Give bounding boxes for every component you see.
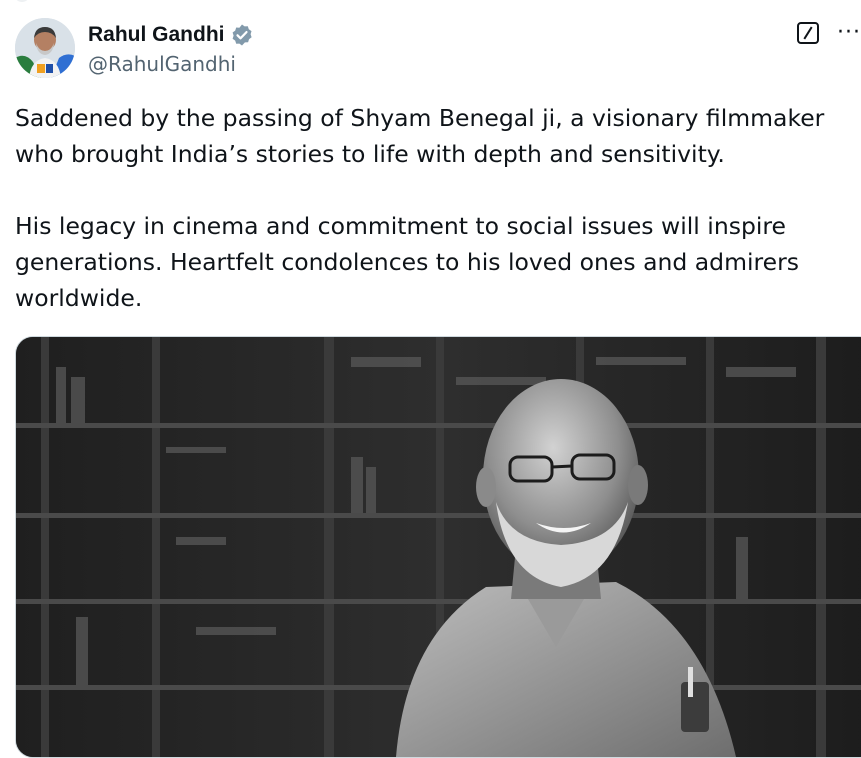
grok-icon[interactable] (797, 22, 820, 44)
author-names: Rahul Gandhi @RahulGandhi (88, 20, 254, 76)
more-options-icon[interactable]: ··· (837, 22, 861, 44)
verified-badge-icon (230, 23, 254, 47)
previous-element-edge (14, 0, 30, 2)
header-actions: ··· (797, 22, 861, 44)
portrait-photo (16, 337, 861, 757)
display-name-row: Rahul Gandhi (88, 20, 254, 50)
tweet-paragraph-2: His legacy in cinema and commitment to s… (15, 212, 800, 312)
tweet-paragraph-1: Saddened by the passing of Shyam Benegal… (15, 104, 825, 168)
tweet-header: Rahul Gandhi @RahulGandhi ··· (15, 18, 861, 82)
avatar[interactable] (15, 18, 75, 78)
author-handle[interactable]: @RahulGandhi (88, 52, 254, 76)
display-name[interactable]: Rahul Gandhi (88, 23, 225, 47)
avatar-image (15, 18, 75, 78)
tweet-text: Saddened by the passing of Shyam Benegal… (15, 100, 861, 316)
tweet-media-photo[interactable] (15, 336, 861, 758)
